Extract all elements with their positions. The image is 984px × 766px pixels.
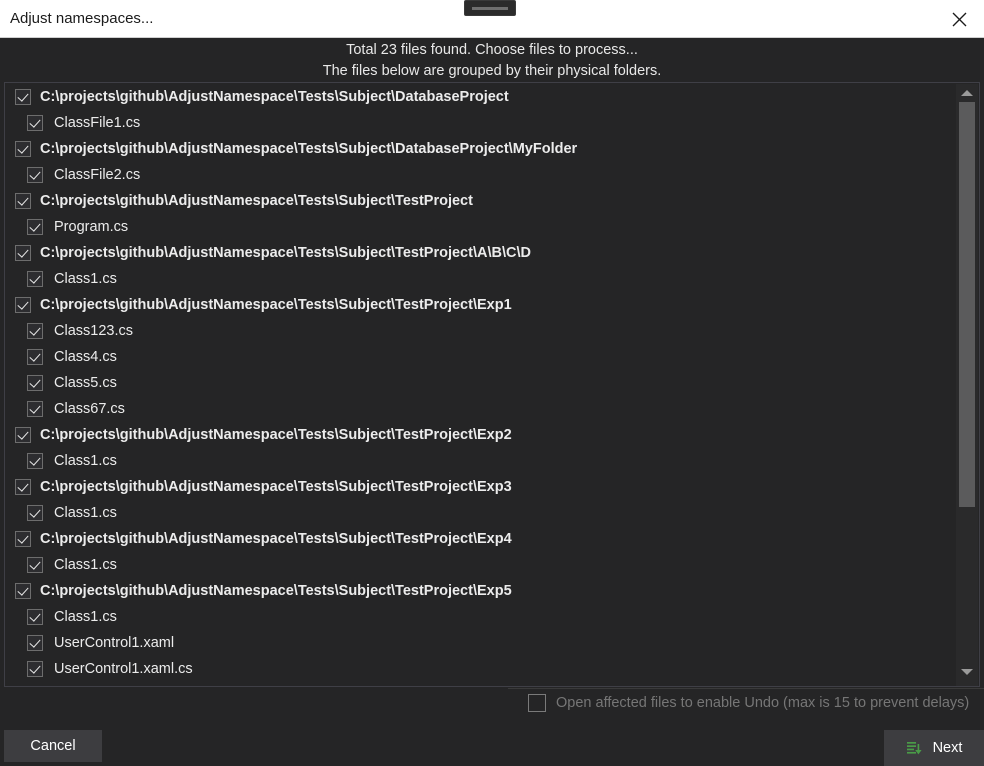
folder-path-label: C:\projects\github\AdjustNamespace\Tests… [40, 479, 512, 495]
folder-path-label: C:\projects\github\AdjustNamespace\Tests… [40, 583, 512, 599]
file-name-label: Program.cs [54, 219, 129, 235]
file-checkbox[interactable] [27, 401, 43, 417]
folder-row[interactable]: C:\projects\github\AdjustNamespace\Tests… [5, 84, 957, 110]
folder-path-label: C:\projects\github\AdjustNamespace\Tests… [40, 297, 512, 313]
close-icon[interactable] [942, 4, 976, 34]
file-name-label: Class1.cs [54, 453, 117, 469]
folder-path-label: C:\projects\github\AdjustNamespace\Tests… [40, 427, 512, 443]
file-checkbox[interactable] [27, 505, 43, 521]
folder-row[interactable]: C:\projects\github\AdjustNamespace\Tests… [5, 136, 957, 162]
file-name-label: Class123.cs [54, 323, 133, 339]
folder-path-label: C:\projects\github\AdjustNamespace\Tests… [40, 245, 531, 261]
file-checkbox[interactable] [27, 557, 43, 573]
folder-path-label: C:\projects\github\AdjustNamespace\Tests… [40, 193, 473, 209]
file-checkbox[interactable] [27, 453, 43, 469]
dialog-header: Total 23 files found. Choose files to pr… [0, 38, 984, 82]
drag-handle-icon[interactable] [464, 0, 516, 16]
folder-checkbox[interactable] [15, 583, 31, 599]
file-list-rows: C:\projects\github\AdjustNamespace\Tests… [5, 83, 957, 686]
chevron-up-icon[interactable] [956, 84, 978, 102]
file-row[interactable]: UserControl1.xaml [5, 630, 957, 656]
file-row[interactable]: Class67.cs [5, 396, 957, 422]
title-bar: Adjust namespaces... [0, 0, 984, 38]
file-name-label: ClassFile2.cs [54, 167, 141, 183]
file-checkbox[interactable] [27, 375, 43, 391]
file-name-label: Class1.cs [54, 271, 117, 287]
folder-checkbox[interactable] [15, 89, 31, 105]
header-line-2: The files below are grouped by their phy… [322, 63, 662, 79]
file-checkbox[interactable] [27, 635, 43, 651]
folder-row[interactable]: C:\projects\github\AdjustNamespace\Tests… [5, 474, 957, 500]
apply-list-icon [906, 740, 923, 757]
file-name-label: ClassFile1.cs [54, 115, 141, 131]
file-name-label: Class5.cs [54, 375, 117, 391]
open-affected-files-checkbox[interactable] [528, 694, 546, 712]
cancel-button[interactable]: Cancel [4, 730, 102, 762]
folder-checkbox[interactable] [15, 141, 31, 157]
footer-divider [508, 688, 984, 689]
folder-checkbox[interactable] [15, 479, 31, 495]
file-row[interactable]: Class5.cs [5, 370, 957, 396]
file-row[interactable]: Class1.cs [5, 266, 957, 292]
folder-row[interactable]: C:\projects\github\AdjustNamespace\Tests… [5, 526, 957, 552]
file-checkbox[interactable] [27, 661, 43, 677]
folder-checkbox[interactable] [15, 297, 31, 313]
vertical-scrollbar[interactable] [956, 84, 978, 686]
file-row[interactable]: UserControl1.xaml.cs [5, 656, 957, 682]
scrollbar-thumb[interactable] [959, 102, 975, 507]
file-row[interactable]: Program.cs [5, 214, 957, 240]
file-row[interactable]: Class1.cs [5, 604, 957, 630]
file-row[interactable]: Class123.cs [5, 318, 957, 344]
folder-path-label: C:\projects\github\AdjustNamespace\Tests… [40, 141, 578, 157]
file-checkbox[interactable] [27, 323, 43, 339]
file-row[interactable]: Class4.cs [5, 344, 957, 370]
file-checkbox[interactable] [27, 167, 43, 183]
file-checkbox[interactable] [27, 609, 43, 625]
file-name-label: Class1.cs [54, 505, 117, 521]
window-title: Adjust namespaces... [10, 10, 154, 27]
file-name-label: Class67.cs [54, 401, 125, 417]
file-row[interactable]: ClassFile2.cs [5, 162, 957, 188]
folder-checkbox[interactable] [15, 427, 31, 443]
file-name-label: Class4.cs [54, 349, 117, 365]
folder-row[interactable]: C:\projects\github\AdjustNamespace\Tests… [5, 240, 957, 266]
file-row[interactable]: Class1.cs [5, 552, 957, 578]
folder-row[interactable]: C:\projects\github\AdjustNamespace\Tests… [5, 578, 957, 604]
folder-row[interactable]: C:\projects\github\AdjustNamespace\Tests… [5, 292, 957, 318]
file-name-label: Class1.cs [54, 609, 117, 625]
file-checkbox[interactable] [27, 271, 43, 287]
file-checkbox[interactable] [27, 219, 43, 235]
folder-path-label: C:\projects\github\AdjustNamespace\Tests… [40, 531, 512, 547]
file-row[interactable]: Class1.cs [5, 500, 957, 526]
folder-checkbox[interactable] [15, 193, 31, 209]
next-button[interactable]: Next [884, 730, 984, 766]
folder-row[interactable]: C:\projects\github\AdjustNamespace\Tests… [5, 188, 957, 214]
file-checkbox[interactable] [27, 349, 43, 365]
file-name-label: UserControl1.xaml.cs [54, 661, 193, 677]
file-row[interactable]: ClassFile1.cs [5, 110, 957, 136]
file-checkbox[interactable] [27, 115, 43, 131]
folder-row[interactable]: C:\projects\github\AdjustNamespace\Tests… [5, 422, 957, 448]
folder-path-label: C:\projects\github\AdjustNamespace\Tests… [40, 89, 509, 105]
file-name-label: UserControl1.xaml [54, 635, 175, 651]
cancel-button-label: Cancel [30, 738, 76, 754]
file-list[interactable]: C:\projects\github\AdjustNamespace\Tests… [4, 82, 980, 687]
file-row[interactable]: Class1.cs [5, 448, 957, 474]
folder-checkbox[interactable] [15, 531, 31, 547]
open-affected-files-label: Open affected files to enable Undo (max … [556, 695, 970, 711]
chevron-down-icon[interactable] [956, 663, 978, 681]
next-button-label: Next [932, 740, 963, 756]
file-name-label: Class1.cs [54, 557, 117, 573]
header-line-1: Total 23 files found. Choose files to pr… [346, 42, 638, 58]
file-row[interactable]: UserControl2.xaml [5, 682, 957, 686]
open-affected-files-option[interactable]: Open affected files to enable Undo (max … [528, 694, 969, 712]
folder-checkbox[interactable] [15, 245, 31, 261]
